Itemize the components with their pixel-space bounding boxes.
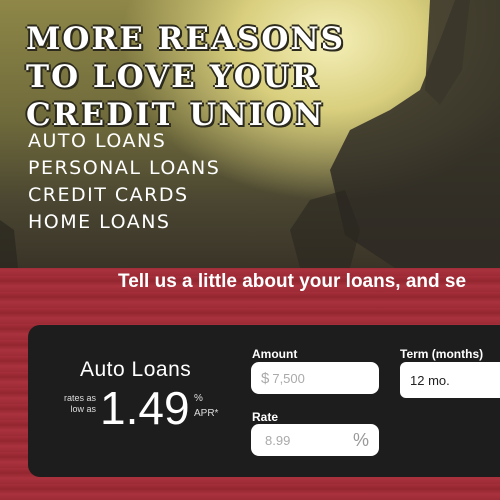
- headline-line: MORE REASONS: [26, 21, 346, 57]
- rates-note: rates as low as: [63, 393, 96, 414]
- loan-type-auto[interactable]: AUTO LOANS: [28, 128, 220, 155]
- amount-placeholder: 7,500: [272, 370, 305, 386]
- hero-headline: MORE REASONS TO LOVE YOUR CREDIT UNION: [26, 20, 345, 134]
- rate-placeholder: 8.99: [265, 432, 291, 448]
- term-value: 12 mo.: [410, 372, 450, 388]
- headline-line: TO LOVE YOUR: [26, 59, 320, 95]
- dollar-sign: $: [261, 369, 270, 387]
- rate-label: Rate: [252, 410, 279, 424]
- product-title: Auto Loans: [80, 358, 192, 381]
- loan-type-credit-cards[interactable]: CREDIT CARDS: [28, 182, 220, 209]
- loan-type-home[interactable]: HOME LOANS: [28, 209, 220, 236]
- rate-value: 1.49: [100, 382, 190, 434]
- loan-type-personal[interactable]: PERSONAL LOANS: [28, 155, 220, 182]
- percent-icon: %: [352, 429, 369, 450]
- amount-input[interactable]: $ 7,500: [251, 362, 379, 394]
- loan-type-list: AUTO LOANS PERSONAL LOANS CREDIT CARDS H…: [28, 128, 220, 236]
- amount-label: Amount: [252, 347, 298, 361]
- hero-banner: MORE REASONS TO LOVE YOUR CREDIT UNION A…: [0, 0, 500, 268]
- term-select[interactable]: 12 mo.: [400, 362, 500, 398]
- rate-apr-label: APR*: [194, 408, 219, 419]
- rate-percent-sign: %: [194, 393, 203, 404]
- rate-input[interactable]: 8.99 %: [251, 424, 379, 456]
- term-label: Term (months): [400, 347, 484, 361]
- calculator-tagline: Tell us a little about your loans, and s…: [118, 271, 467, 292]
